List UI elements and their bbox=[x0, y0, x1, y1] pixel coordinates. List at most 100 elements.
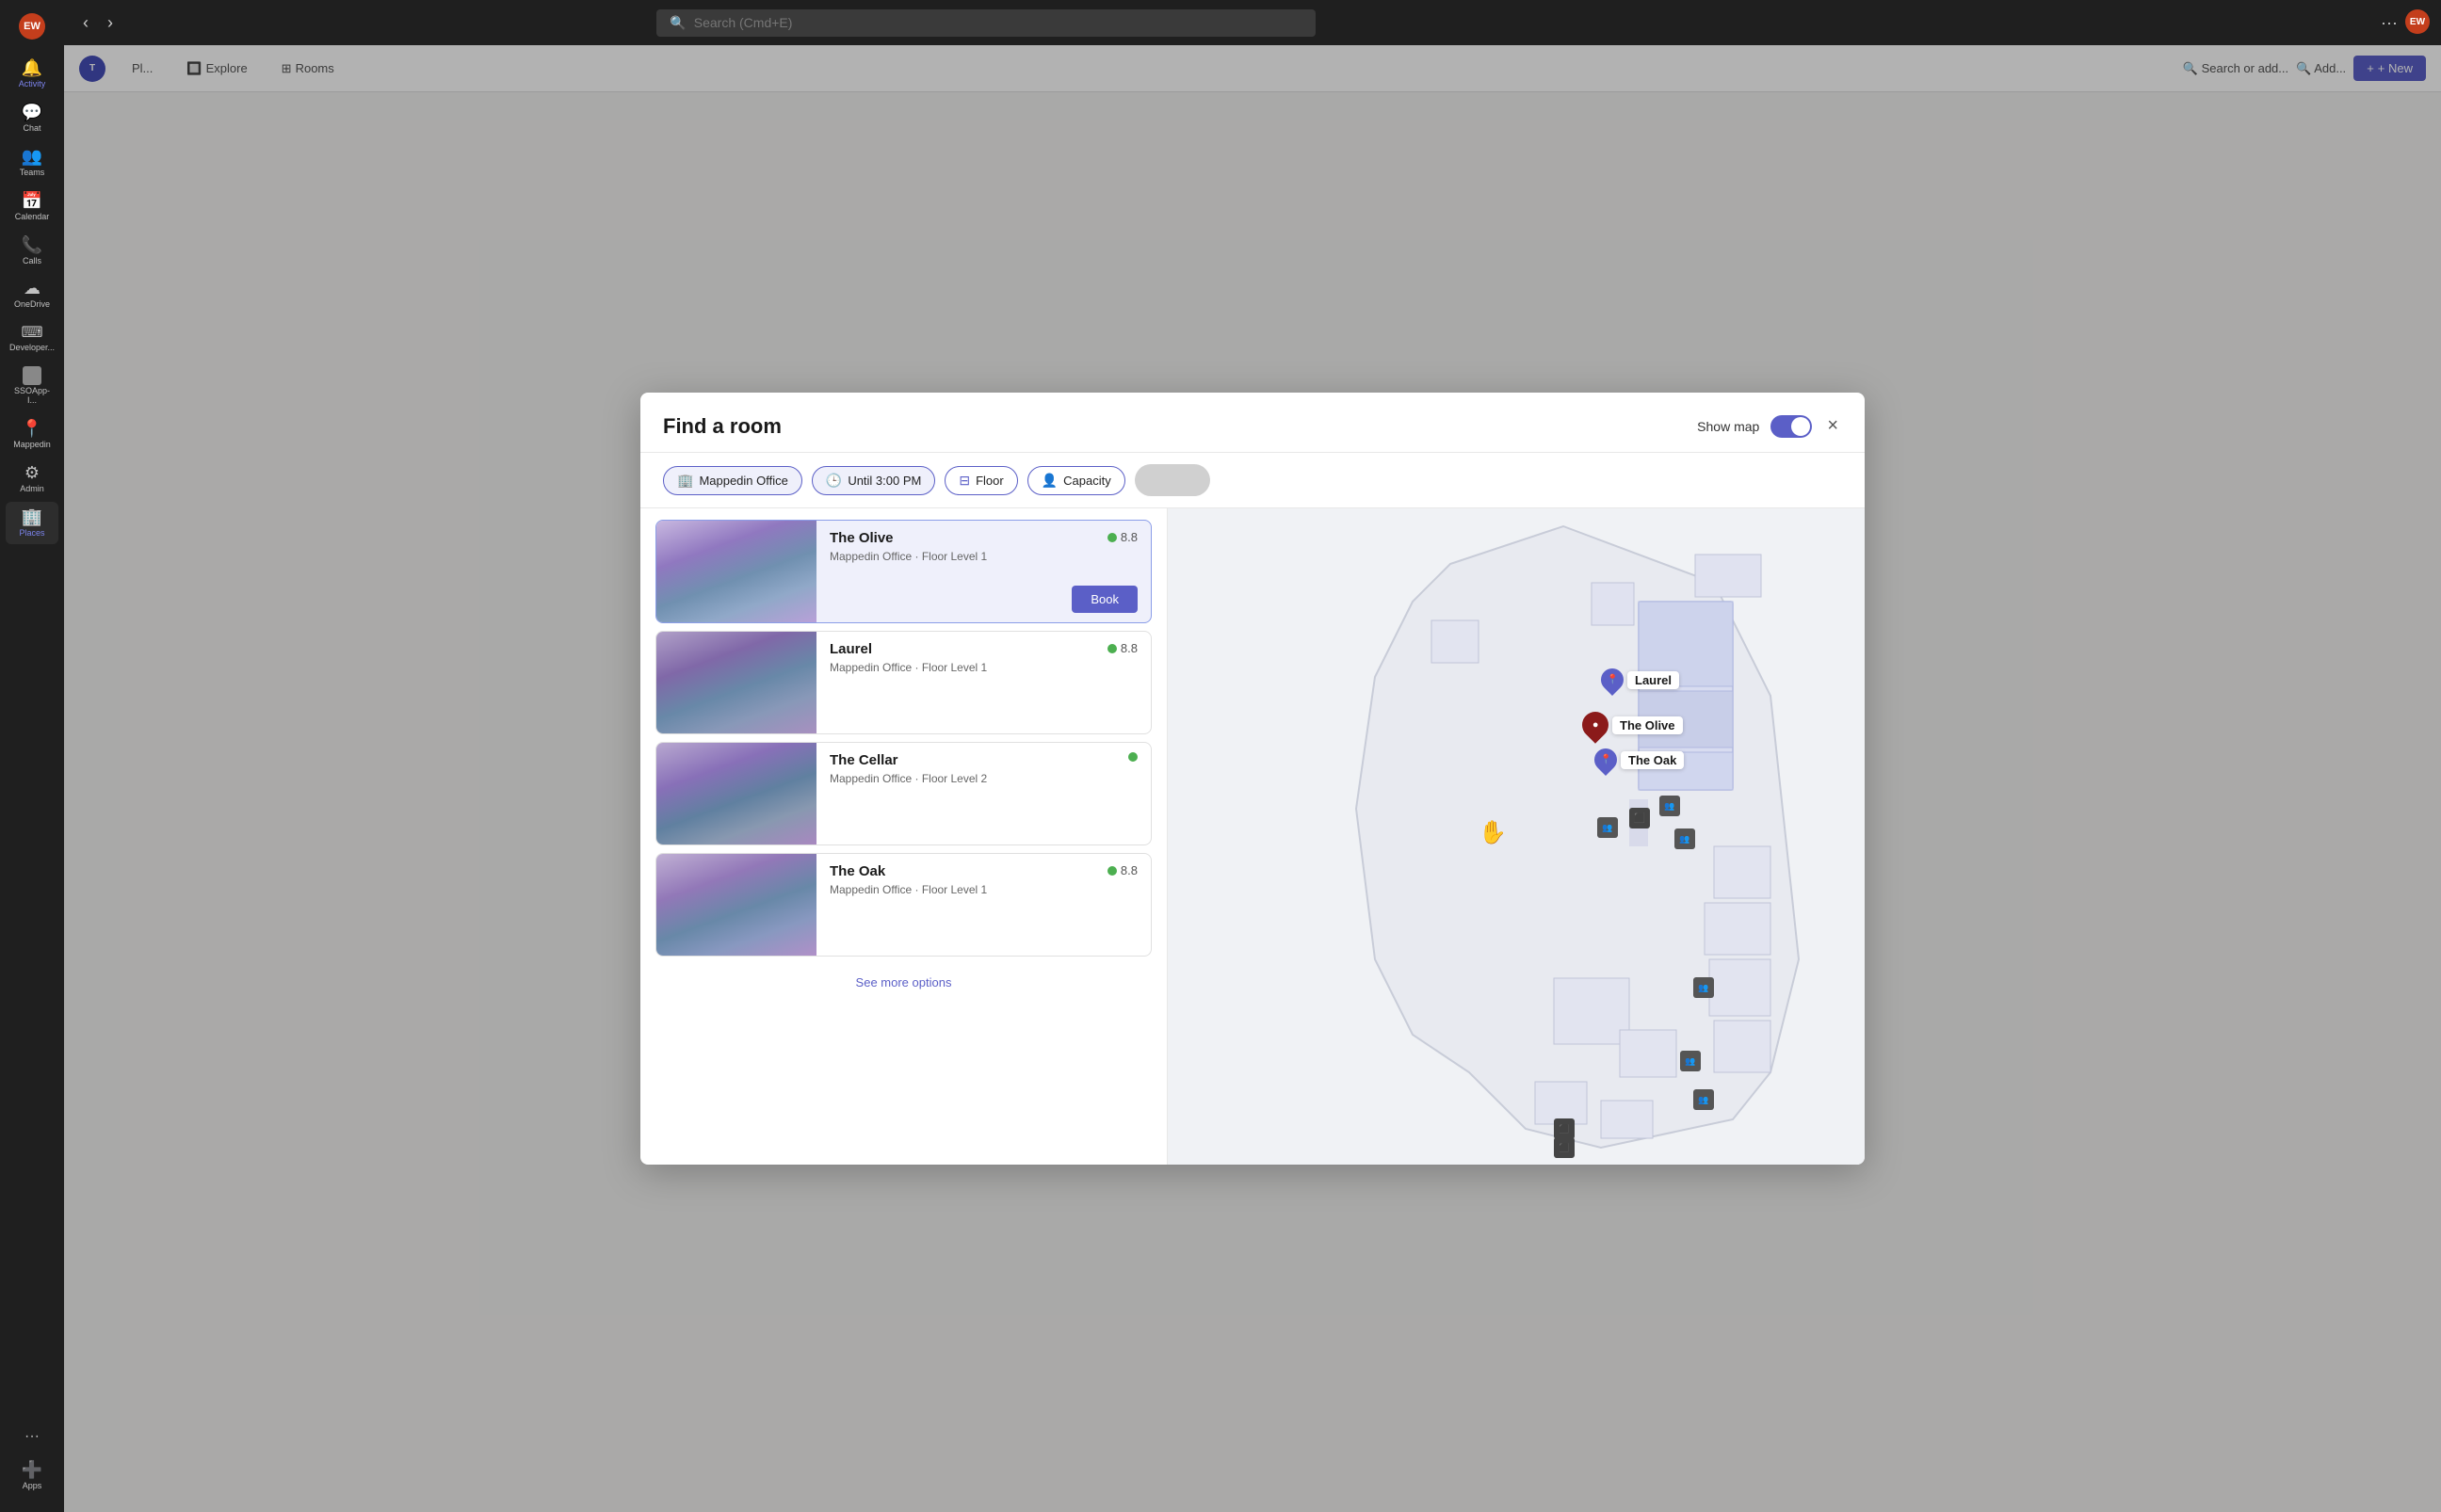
ssoappi-icon bbox=[23, 366, 41, 385]
pin-label-olive: The Olive bbox=[1612, 716, 1683, 734]
search-input[interactable] bbox=[694, 15, 1303, 30]
map-icon-people-4: 👥 bbox=[1693, 977, 1714, 998]
sidebar-item-calendar[interactable]: 📅 Calendar bbox=[6, 185, 58, 228]
pin-icon-olive: ● bbox=[1592, 719, 1599, 731]
map-area[interactable]: ⬛ 👥 👥 👥 👥 👥 👥 ⬛ ⬛ bbox=[1168, 508, 1865, 1165]
sidebar: EW 🔔 Activity 💬 Chat 👥 Teams 📅 Calendar … bbox=[0, 0, 64, 1512]
pin-icon-oak: 📍 bbox=[1600, 755, 1611, 765]
room-card-olive[interactable]: The Olive Mappedin Office · Floor Level … bbox=[655, 520, 1152, 623]
sidebar-item-teams[interactable]: 👥 Teams bbox=[6, 141, 58, 184]
close-modal-button[interactable]: × bbox=[1823, 411, 1842, 441]
room-image-oak bbox=[656, 854, 816, 956]
room-rating-cellar bbox=[1128, 752, 1138, 762]
topbar: ‹ › 🔍 ··· EW bbox=[64, 0, 2441, 45]
map-icon-people-6: 👥 bbox=[1693, 1089, 1714, 1110]
pin-label-oak: The Oak bbox=[1621, 751, 1684, 769]
calendar-icon: 📅 bbox=[22, 191, 42, 211]
room-name-oak: The Oak bbox=[830, 863, 987, 879]
filter-capacity-button[interactable]: 👤 Capacity bbox=[1027, 466, 1125, 495]
calls-icon: 📞 bbox=[22, 235, 42, 255]
sidebar-item-developer[interactable]: ⌨ Developer... bbox=[6, 317, 58, 359]
room-top-oak: The Oak Mappedin Office · Floor Level 1 … bbox=[830, 863, 1138, 896]
room-image-laurel bbox=[656, 632, 816, 733]
map-icon-monitor-2: ⬛ bbox=[1554, 1118, 1575, 1139]
see-more-button[interactable]: See more options bbox=[655, 968, 1152, 997]
pin-icon-laurel: 📍 bbox=[1607, 675, 1618, 685]
places-icon: 🏢 bbox=[22, 507, 42, 527]
room-top-olive: The Olive Mappedin Office · Floor Level … bbox=[830, 530, 1138, 563]
room-location-oak: Mappedin Office · Floor Level 1 bbox=[830, 883, 987, 896]
sidebar-item-mappedin[interactable]: 📍 Mappedin bbox=[6, 413, 58, 456]
sidebar-item-onedrive[interactable]: ☁ OneDrive bbox=[6, 273, 58, 315]
filter-office-label: Mappedin Office bbox=[699, 474, 787, 488]
room-rating-laurel: 8.8 bbox=[1107, 641, 1138, 655]
sidebar-item-apps[interactable]: ➕ Apps bbox=[6, 1455, 58, 1497]
room-thumbnail-cellar bbox=[656, 743, 816, 844]
map-pin-olive: ● The Olive bbox=[1582, 712, 1683, 738]
room-info-oak: The Oak Mappedin Office · Floor Level 1 … bbox=[816, 854, 1151, 956]
sidebar-item-more[interactable]: ··· bbox=[6, 1423, 58, 1451]
room-thumbnail-olive bbox=[656, 521, 816, 622]
building-icon: 🏢 bbox=[677, 473, 693, 489]
modal-header-controls: Show map × bbox=[1697, 411, 1842, 441]
filter-office-button[interactable]: 🏢 Mappedin Office bbox=[663, 466, 802, 495]
room-name-olive: The Olive bbox=[830, 530, 987, 546]
room-name-cellar: The Cellar bbox=[830, 752, 987, 768]
map-pin-laurel: 📍 Laurel bbox=[1601, 668, 1679, 691]
filter-time-button[interactable]: 🕒 Until 3:00 PM bbox=[812, 466, 935, 495]
modal-header: Find a room Show map × bbox=[640, 393, 1865, 453]
room-location-olive: Mappedin Office · Floor Level 1 bbox=[830, 550, 987, 563]
room-card-oak[interactable]: The Oak Mappedin Office · Floor Level 1 … bbox=[655, 853, 1152, 957]
filter-floor-button[interactable]: ⊟ Floor bbox=[945, 466, 1017, 495]
topbar-more-button[interactable]: ··· bbox=[2381, 13, 2398, 33]
teams-icon: 👥 bbox=[22, 147, 42, 167]
room-thumbnail-oak bbox=[656, 854, 816, 956]
floor-icon: ⊟ bbox=[959, 473, 970, 489]
forward-button[interactable]: › bbox=[100, 9, 121, 37]
room-top-laurel: Laurel Mappedin Office · Floor Level 1 8… bbox=[830, 641, 1138, 674]
availability-dot-oak bbox=[1107, 866, 1117, 876]
more-dots-icon: ··· bbox=[24, 1428, 40, 1445]
cursor-hand-icon: ✋ bbox=[1479, 819, 1507, 846]
filter-extra-placeholder bbox=[1135, 464, 1210, 496]
floor-plan-svg bbox=[1187, 508, 1846, 1165]
modal-body: The Olive Mappedin Office · Floor Level … bbox=[640, 508, 1865, 1165]
modal-overlay: Find a room Show map × 🏢 bbox=[64, 45, 2441, 1512]
sidebar-item-avatar[interactable]: EW bbox=[6, 8, 58, 47]
clock-icon: 🕒 bbox=[826, 473, 842, 489]
sidebar-item-activity[interactable]: 🔔 Activity bbox=[6, 53, 58, 95]
back-button[interactable]: ‹ bbox=[75, 9, 96, 37]
teams-content: T Pl... 🔲 Explore ⊞ Rooms 🔍 Search or ad… bbox=[64, 45, 2441, 1512]
person-icon: 👤 bbox=[1042, 473, 1058, 489]
map-icon-monitor-3: ⬛ bbox=[1554, 1137, 1575, 1158]
filter-floor-label: Floor bbox=[976, 474, 1004, 488]
map-icon-people-2: 👥 bbox=[1659, 796, 1680, 816]
room-card-laurel[interactable]: Laurel Mappedin Office · Floor Level 1 8… bbox=[655, 631, 1152, 734]
filter-time-label: Until 3:00 PM bbox=[848, 474, 921, 488]
sidebar-item-places[interactable]: 🏢 Places bbox=[6, 502, 58, 544]
book-button-olive[interactable]: Book bbox=[1072, 586, 1138, 613]
map-icon-people-3: 👥 bbox=[1674, 828, 1695, 849]
room-rating-oak: 8.8 bbox=[1107, 863, 1138, 877]
sidebar-item-chat[interactable]: 💬 Chat bbox=[6, 97, 58, 139]
availability-dot-olive bbox=[1107, 533, 1117, 542]
room-card-cellar[interactable]: The Cellar Mappedin Office · Floor Level… bbox=[655, 742, 1152, 845]
show-map-toggle[interactable] bbox=[1770, 415, 1812, 438]
search-icon: 🔍 bbox=[670, 15, 686, 31]
user-avatar: EW bbox=[19, 13, 45, 40]
activity-icon: 🔔 bbox=[22, 58, 42, 78]
sidebar-item-calls[interactable]: 📞 Calls bbox=[6, 230, 58, 272]
pin-label-laurel: Laurel bbox=[1627, 671, 1679, 689]
map-pin-oak: 📍 The Oak bbox=[1594, 748, 1684, 771]
pin-shape-olive: ● bbox=[1576, 706, 1614, 744]
availability-dot-laurel bbox=[1107, 644, 1117, 653]
room-list: The Olive Mappedin Office · Floor Level … bbox=[640, 508, 1168, 1165]
room-thumbnail-laurel bbox=[656, 632, 816, 733]
room-image-cellar bbox=[656, 743, 816, 844]
topbar-avatar[interactable]: EW bbox=[2405, 9, 2430, 34]
sidebar-item-admin[interactable]: ⚙ Admin bbox=[6, 458, 58, 500]
developer-icon: ⌨ bbox=[21, 323, 42, 342]
sidebar-item-ssoappi[interactable]: SSOApp-I... bbox=[6, 361, 58, 411]
search-bar[interactable]: 🔍 bbox=[656, 9, 1316, 37]
map-icon-people-1: 👥 bbox=[1597, 817, 1618, 838]
